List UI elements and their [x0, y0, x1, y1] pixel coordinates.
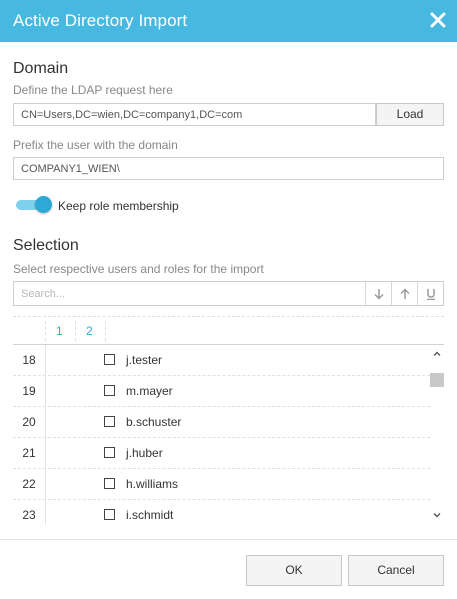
close-icon[interactable]: [429, 11, 447, 29]
row-separator: [45, 438, 46, 469]
user-name: b.schuster: [126, 415, 182, 429]
table-row[interactable]: 21 j.huber: [13, 438, 430, 469]
toggle-knob: [35, 196, 52, 213]
move-down-button[interactable]: [365, 282, 391, 305]
domain-heading: Domain: [13, 60, 69, 77]
row-separator: [45, 345, 46, 376]
move-up-button[interactable]: [391, 282, 417, 305]
user-name: i.schmidt: [126, 508, 174, 522]
row-separator: [45, 469, 46, 500]
dialog-title: Active Directory Import: [13, 11, 188, 30]
title-bar: Active Directory Import: [0, 0, 457, 42]
chevron-up-icon[interactable]: [432, 349, 442, 359]
ldap-request-input[interactable]: [13, 103, 376, 126]
user-checkbox[interactable]: [104, 509, 115, 520]
search-bar: [13, 281, 444, 306]
list-scrollbar[interactable]: [430, 345, 444, 525]
underline-button[interactable]: [417, 282, 443, 305]
row-number: 21: [22, 446, 36, 460]
column-separator: [105, 321, 106, 341]
underline-icon: [426, 288, 435, 300]
table-row[interactable]: 22 h.williams: [13, 469, 430, 500]
user-name: h.williams: [126, 477, 179, 491]
table-row[interactable]: 23 i.schmidt: [13, 500, 430, 525]
user-checkbox[interactable]: [104, 478, 115, 489]
user-name: j.tester: [126, 353, 163, 367]
row-number: 20: [22, 415, 36, 429]
arrow-up-icon: [399, 287, 410, 299]
column-header-1[interactable]: 1: [56, 324, 63, 338]
row-number: 19: [22, 384, 36, 398]
row-separator: [45, 376, 46, 407]
column-separator: [75, 321, 76, 341]
keep-role-membership-label: Keep role membership: [58, 199, 179, 213]
column-header-2[interactable]: 2: [86, 324, 93, 338]
table-row[interactable]: 18 j.tester: [13, 345, 430, 376]
selection-heading: Selection: [13, 237, 79, 254]
chevron-down-icon[interactable]: [432, 510, 442, 520]
ldap-request-label: Define the LDAP request here: [13, 83, 173, 97]
prefix-label: Prefix the user with the domain: [13, 138, 178, 152]
row-number: 18: [22, 353, 36, 367]
grid-column-header: 1 2: [13, 317, 444, 345]
footer-divider: [0, 539, 457, 540]
scrollbar-thumb[interactable]: [430, 373, 444, 387]
user-name: j.huber: [126, 446, 163, 460]
table-row[interactable]: 20 b.schuster: [13, 407, 430, 438]
keep-role-membership-toggle[interactable]: [16, 196, 52, 213]
user-checkbox[interactable]: [104, 416, 115, 427]
row-number: 23: [22, 508, 36, 522]
user-checkbox[interactable]: [104, 447, 115, 458]
row-number: 22: [22, 477, 36, 491]
user-name: m.mayer: [126, 384, 173, 398]
user-checkbox[interactable]: [104, 354, 115, 365]
domain-prefix-input[interactable]: [13, 157, 444, 180]
user-list: 18 j.tester 19 m.mayer 20 b.schuster 21 …: [13, 345, 430, 525]
user-checkbox[interactable]: [104, 385, 115, 396]
search-input[interactable]: [14, 282, 364, 305]
column-separator: [45, 321, 46, 341]
cancel-button[interactable]: Cancel: [348, 555, 444, 586]
table-row[interactable]: 19 m.mayer: [13, 376, 430, 407]
selection-hint: Select respective users and roles for th…: [13, 262, 264, 276]
arrow-down-icon: [373, 288, 384, 300]
ok-button[interactable]: OK: [246, 555, 342, 586]
row-separator: [45, 500, 46, 525]
load-button[interactable]: Load: [376, 103, 444, 126]
row-separator: [45, 407, 46, 438]
